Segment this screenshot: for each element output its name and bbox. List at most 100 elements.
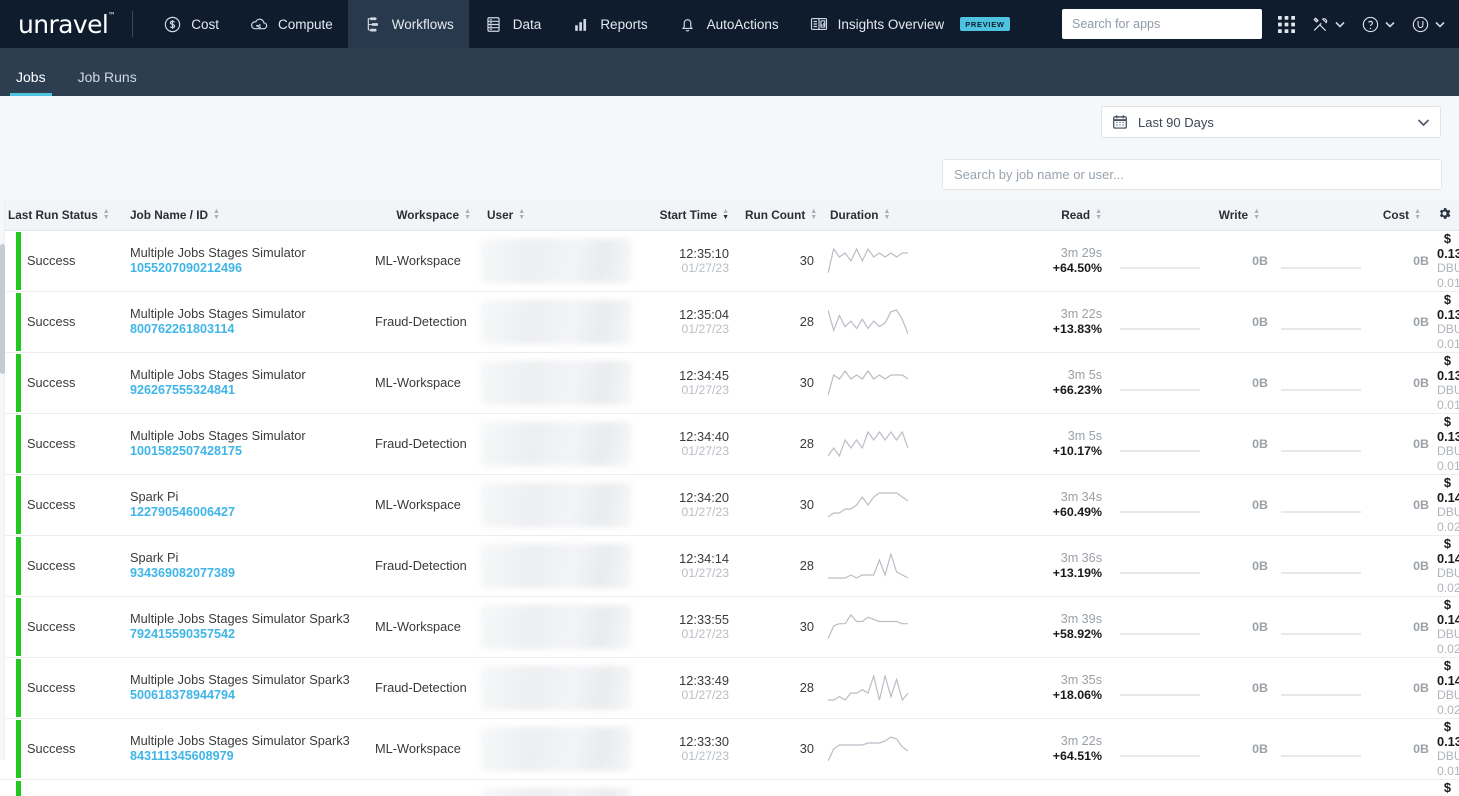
start-time-text: 12:34:14 (679, 550, 729, 566)
read-value: 0B (1252, 741, 1268, 756)
cell-write: 0B (1268, 413, 1429, 475)
job-id-link[interactable]: 1001582507428175 (130, 443, 359, 459)
column-header-start-time[interactable]: Start Time ▲ ▼ (637, 200, 737, 231)
job-id-link[interactable]: 122790546006427 (130, 504, 359, 520)
tab-job-runs[interactable]: Job Runs (72, 70, 143, 96)
nav-item-data[interactable]: Data (469, 0, 557, 48)
cell-duration-sparkline (822, 596, 952, 658)
sort-icon[interactable]: ▲ ▼ (518, 208, 525, 221)
nav-item-compute[interactable]: Compute (234, 0, 348, 48)
sort-icon[interactable]: ▲ ▼ (810, 208, 817, 221)
tab-jobs[interactable]: Jobs (10, 70, 52, 96)
cell-write: 0B (1268, 291, 1429, 353)
cell-duration: 3m 34s +60.49% (952, 474, 1110, 536)
job-name-text: Spark Pi (130, 550, 179, 565)
job-id-link[interactable]: 800762261803114 (130, 321, 359, 337)
vertical-scrollbar-thumb[interactable] (0, 244, 5, 374)
preview-badge: PREVIEW (960, 17, 1010, 31)
cell-start-time: 12:34:14 01/27/23 (637, 535, 737, 597)
table-settings-button[interactable] (1429, 200, 1459, 231)
filter-zone: Last 90 Days (0, 96, 1459, 200)
cell-duration: 3m 36s +13.19% (952, 535, 1110, 597)
job-search-input[interactable] (942, 158, 1442, 190)
cell-start-time: 12:35:04 01/27/23 (637, 291, 737, 353)
nav-item-cost[interactable]: Cost (147, 0, 234, 48)
write-value: 0B (1413, 375, 1429, 390)
read-sparkline (1120, 366, 1230, 400)
table-row[interactable]: SuccessMultiple Jobs Stages Simulator Sp… (0, 657, 1459, 719)
nav-item-reports[interactable]: Reports (556, 0, 662, 48)
apps-grid-icon[interactable] (1278, 15, 1295, 33)
table-row[interactable]: SuccessMultiple Jobs Stages Simulator Sp… (0, 718, 1459, 780)
cell-job-name-id: Spark Pi 122790546006427 (122, 474, 367, 536)
sort-icon[interactable]: ▲ ▼ (884, 208, 891, 221)
table-row[interactable]: Success Multiple Jobs Stages Simulator 100… (0, 413, 1459, 475)
cell-user (479, 657, 637, 719)
read-value: 0B (1252, 497, 1268, 512)
job-id-link[interactable]: 792415590357542 (130, 626, 359, 642)
nav-item-insights-overview[interactable]: Insights Overview PREVIEW (794, 0, 1025, 48)
write-sparkline (1281, 793, 1391, 796)
table-row[interactable]: Success Multiple Jobs Stages Simulator 105… (0, 230, 1459, 292)
unravel-logo[interactable]: unravel ™ (18, 11, 116, 37)
table-row[interactable]: Success Multiple Jobs Stages Simulator 800… (0, 291, 1459, 353)
job-id-link[interactable]: 500618378944794 (130, 687, 359, 703)
duration-text: 3m 5s (1067, 428, 1102, 443)
duration-change-pct: +66.23% (1052, 382, 1102, 397)
cell-duration: 3m 29s +64.50% (952, 230, 1110, 292)
nav-item-autoactions[interactable]: AutoActions (663, 0, 794, 48)
job-id-link[interactable]: 1055207090212496 (130, 260, 359, 276)
job-id-link[interactable]: 934369082077389 (130, 565, 359, 581)
vertical-scrollbar[interactable] (0, 200, 5, 760)
write-value: 0B (1413, 558, 1429, 573)
table-row[interactable]: Success Spark Pi 934369082077389 Fraud-Dete… (0, 535, 1459, 597)
column-label-write: Write (1218, 207, 1249, 222)
column-label-user: User (487, 207, 514, 222)
cell-duration-sparkline (822, 657, 952, 719)
chevron-down-icon (1435, 15, 1445, 33)
table-row[interactable]: Success Spark Pi 122790546006427 ML-Workspa… (0, 474, 1459, 536)
table-row[interactable]: SuccessMultiple Jobs Stages Simulator Sp… (0, 779, 1459, 796)
table-row[interactable]: SuccessMultiple Jobs Stages Simulator Sp… (0, 596, 1459, 658)
sort-icon[interactable]: ▲ ▼ (1095, 208, 1102, 221)
cell-workspace: ML-Workspace (367, 352, 479, 414)
cell-duration-sparkline (822, 230, 952, 292)
user-redacted-mask (481, 360, 631, 405)
status-text: Success (27, 619, 76, 634)
sort-icon[interactable]: ▲ ▼ (464, 208, 471, 221)
column-header-workspace[interactable]: Workspace ▲ ▼ (367, 200, 479, 231)
sort-icon[interactable]: ▲ ▼ (722, 208, 729, 221)
duration-change-pct: +18.06% (1052, 687, 1102, 702)
table-row[interactable]: Success Multiple Jobs Stages Simulator 926… (0, 352, 1459, 414)
app-search-input[interactable] (1062, 9, 1262, 39)
cost-amount: $ 0.14 (1437, 474, 1459, 505)
column-header-job-name-id[interactable]: Job Name / ID ▲ ▼ (122, 200, 367, 231)
read-value: 0B (1252, 253, 1268, 268)
column-header-read[interactable]: Read ▲ ▼ (952, 200, 1110, 231)
jobs-table-head: Last Run Status ▲ ▼ Job Name / ID ▲ ▼ Worksp… (0, 200, 1459, 231)
sort-icon[interactable]: ▲ ▼ (213, 208, 220, 221)
sort-icon[interactable]: ▲ ▼ (1253, 208, 1260, 221)
column-header-write[interactable]: Write ▲ ▼ (1110, 200, 1268, 231)
sort-icon[interactable]: ▲ ▼ (1414, 208, 1421, 221)
nav-label-insights-overview: Insights Overview (837, 16, 945, 32)
status-indicator-bar (16, 231, 21, 290)
job-id-link[interactable]: 843111345608979 (130, 748, 359, 764)
column-header-last-run-status[interactable]: Last Run Status ▲ ▼ (0, 200, 122, 231)
column-header-duration[interactable]: Duration ▲ ▼ (822, 200, 952, 231)
nav-item-workflows[interactable]: Workflows (347, 0, 469, 48)
user-account-icon[interactable] (1411, 15, 1445, 34)
column-header-cost[interactable]: Cost ▲ ▼ (1268, 200, 1429, 231)
cost-dbus: DBUs: 0.02 (1437, 687, 1459, 717)
date-range-selector[interactable]: Last 90 Days (1101, 106, 1441, 138)
tools-icon[interactable] (1311, 15, 1345, 34)
column-header-run-count[interactable]: Run Count ▲ ▼ (737, 200, 822, 231)
job-id-link[interactable]: 926267555324841 (130, 382, 359, 398)
cell-duration-sparkline (822, 291, 952, 353)
column-header-user[interactable]: User ▲ ▼ (479, 200, 637, 231)
help-circle-icon[interactable] (1361, 15, 1395, 34)
sort-icon[interactable]: ▲ ▼ (103, 208, 110, 221)
workflow-icon (363, 14, 383, 34)
cell-start-time: 12:33:30 01/27/23 (637, 718, 737, 780)
cell-workspace: Fraud-Detection (367, 535, 479, 597)
